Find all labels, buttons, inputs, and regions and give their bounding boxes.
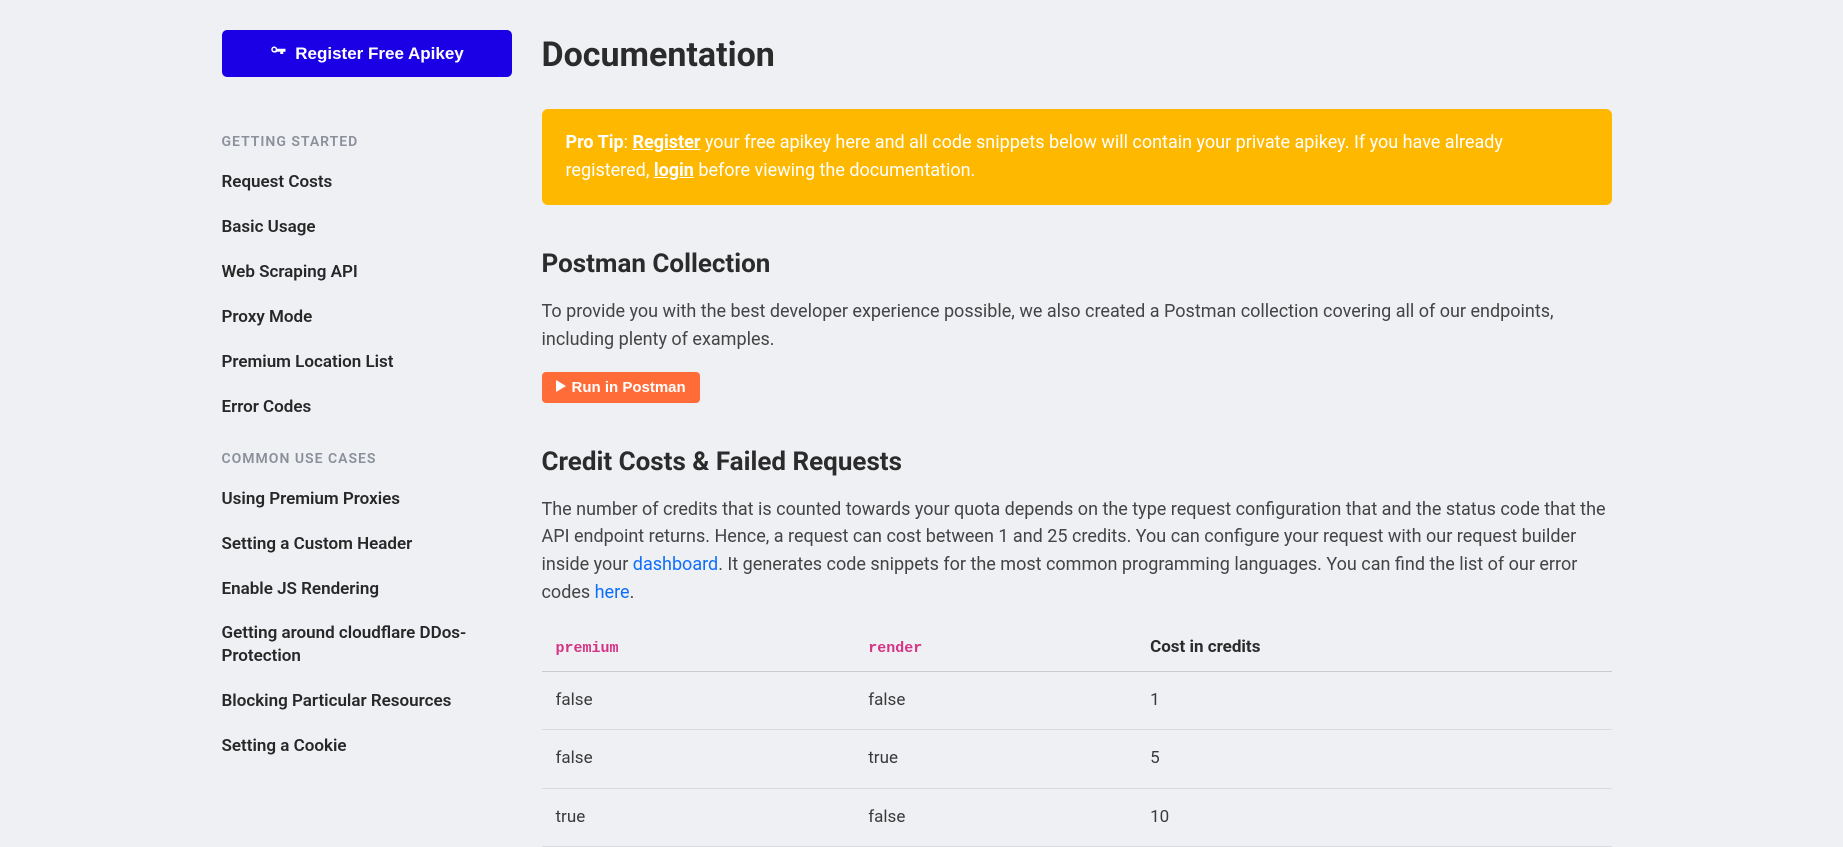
pro-tip-lead: Pro Tip <box>566 132 624 153</box>
table-row: false true 5 <box>542 730 1612 789</box>
credits-body: The number of credits that is counted to… <box>542 496 1612 608</box>
tip-register-link[interactable]: Register <box>632 132 700 153</box>
col-render: render <box>854 625 1136 671</box>
col-premium: premium <box>542 625 855 671</box>
main-content: Documentation Pro Tip: Register your fre… <box>542 30 1622 847</box>
pro-tip-alert: Pro Tip: Register your free apikey here … <box>542 109 1612 205</box>
table-row: false false 1 <box>542 671 1612 730</box>
sidebar-item-blocking-resources[interactable]: Blocking Particular Resources <box>222 690 512 713</box>
error-codes-here-link[interactable]: here <box>595 582 630 603</box>
sidebar-item-proxy-mode[interactable]: Proxy Mode <box>222 306 512 329</box>
sidebar-item-setting-cookie[interactable]: Setting a Cookie <box>222 735 512 758</box>
sidebar-item-cloudflare-ddos[interactable]: Getting around cloudflare DDos-Protectio… <box>222 622 512 668</box>
sidebar-item-custom-header[interactable]: Setting a Custom Header <box>222 533 512 556</box>
play-icon <box>556 379 566 396</box>
table-row: true false 10 <box>542 788 1612 847</box>
run-in-postman-button[interactable]: Run in Postman <box>542 372 700 403</box>
sidebar-item-js-rendering[interactable]: Enable JS Rendering <box>222 578 512 601</box>
page-title: Documentation <box>542 30 1612 81</box>
postman-body: To provide you with the best developer e… <box>542 298 1612 354</box>
sidebar: Register Free Apikey Getting Started Req… <box>222 30 542 847</box>
table-header-row: premium render Cost in credits <box>542 625 1612 671</box>
sidebar-item-premium-location-list[interactable]: Premium Location List <box>222 351 512 374</box>
credits-heading: Credit Costs & Failed Requests <box>542 443 1612 482</box>
col-cost: Cost in credits <box>1136 625 1611 671</box>
key-icon <box>269 42 287 65</box>
tip-text-2: before viewing the documentation. <box>694 160 975 181</box>
tip-login-link[interactable]: login <box>654 160 694 181</box>
sidebar-heading: Common Use Cases <box>222 449 512 470</box>
dashboard-link[interactable]: dashboard <box>633 554 718 575</box>
postman-heading: Postman Collection <box>542 245 1612 284</box>
register-apikey-label: Register Free Apikey <box>295 44 464 64</box>
sidebar-item-request-costs[interactable]: Request Costs <box>222 171 512 194</box>
run-in-postman-label: Run in Postman <box>572 379 686 396</box>
sidebar-section-getting-started: Getting Started Request Costs Basic Usag… <box>222 132 512 419</box>
credit-cost-table: premium render Cost in credits false fal… <box>542 625 1612 847</box>
sidebar-item-error-codes[interactable]: Error Codes <box>222 396 512 419</box>
sidebar-item-web-scraping-api[interactable]: Web Scraping API <box>222 261 512 284</box>
register-apikey-button[interactable]: Register Free Apikey <box>222 30 512 77</box>
sidebar-item-premium-proxies[interactable]: Using Premium Proxies <box>222 488 512 511</box>
sidebar-item-basic-usage[interactable]: Basic Usage <box>222 216 512 239</box>
sidebar-section-common-use-cases: Common Use Cases Using Premium Proxies S… <box>222 449 512 759</box>
sidebar-heading: Getting Started <box>222 132 512 153</box>
